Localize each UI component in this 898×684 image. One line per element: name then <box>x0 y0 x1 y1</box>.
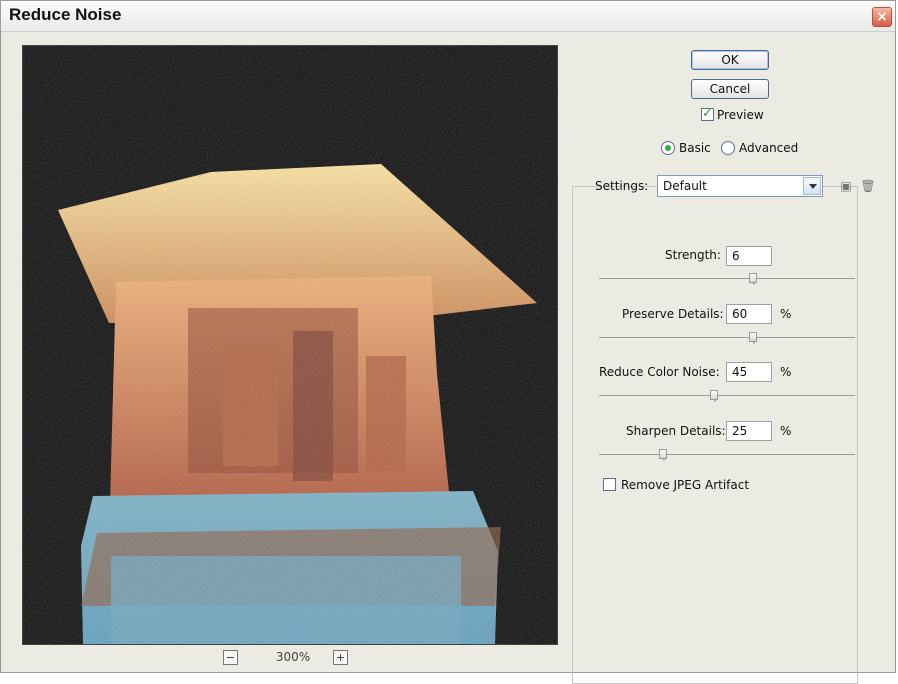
reduce-color-noise-input[interactable]: 45 <box>726 362 772 382</box>
remove-jpeg-label: Remove JPEG Artifact <box>621 478 750 492</box>
controls-panel: OK Cancel Preview Basic Advanced Setting… <box>561 41 891 684</box>
zoom-controls: − 300% + <box>223 650 363 668</box>
strength-label: Strength: <box>665 248 721 262</box>
trash-icon[interactable]: 🗑 <box>859 177 877 195</box>
preserve-details-slider-track[interactable] <box>599 337 855 338</box>
preview-label: Preview <box>717 108 764 122</box>
settings-dropdown[interactable]: Default <box>657 175 823 197</box>
basic-label: Basic <box>679 141 711 155</box>
reduce-color-noise-unit: % <box>780 365 792 379</box>
settings-label: Settings: <box>595 179 649 193</box>
sharpen-details-slider-thumb[interactable] <box>659 449 667 461</box>
advanced-label: Advanced <box>739 141 799 155</box>
save-settings-icon[interactable]: ▣ <box>837 177 855 195</box>
sharpen-details-slider-track[interactable] <box>599 454 855 455</box>
cancel-button[interactable]: Cancel <box>691 79 769 99</box>
strength-slider-track[interactable] <box>599 278 855 279</box>
reduce-color-noise-slider-track[interactable] <box>599 395 855 396</box>
preserve-details-unit: % <box>780 307 792 321</box>
ok-button[interactable]: OK <box>691 50 769 70</box>
preserve-details-label: Preserve Details: <box>622 307 724 321</box>
sharpen-details-unit: % <box>780 424 792 438</box>
title-bar: Reduce Noise × <box>1 1 895 32</box>
chevron-down-icon[interactable] <box>803 177 821 195</box>
dialog-title: Reduce Noise <box>9 5 122 24</box>
advanced-radio[interactable] <box>721 141 735 155</box>
zoom-out-icon[interactable]: − <box>223 650 238 665</box>
preview-checkbox[interactable] <box>701 106 714 121</box>
strength-slider-thumb[interactable] <box>748 273 757 285</box>
reduce-color-noise-slider-thumb[interactable] <box>710 390 719 402</box>
preserve-details-input[interactable]: 60 <box>726 304 772 324</box>
sharpen-details-label: Sharpen Details: <box>626 424 726 438</box>
reduce-color-noise-label: Reduce Color Noise: <box>599 365 720 379</box>
zoom-in-icon[interactable]: + <box>333 650 348 665</box>
zoom-level: 300% <box>275 650 311 664</box>
reduce-noise-dialog: Reduce Noise × − 300% + OK Cancel ✓ Prev… <box>0 0 896 684</box>
preserve-details-slider-thumb[interactable] <box>748 332 757 344</box>
preview-image[interactable] <box>22 45 558 645</box>
preview-image-svg <box>23 46 557 644</box>
close-icon[interactable]: × <box>872 7 892 27</box>
strength-input[interactable]: 6 <box>726 246 772 266</box>
remove-jpeg-checkbox[interactable] <box>603 478 616 491</box>
settings-selected-value: Default <box>663 179 707 193</box>
basic-radio[interactable] <box>661 141 675 155</box>
sharpen-details-input[interactable]: 25 <box>726 421 772 441</box>
